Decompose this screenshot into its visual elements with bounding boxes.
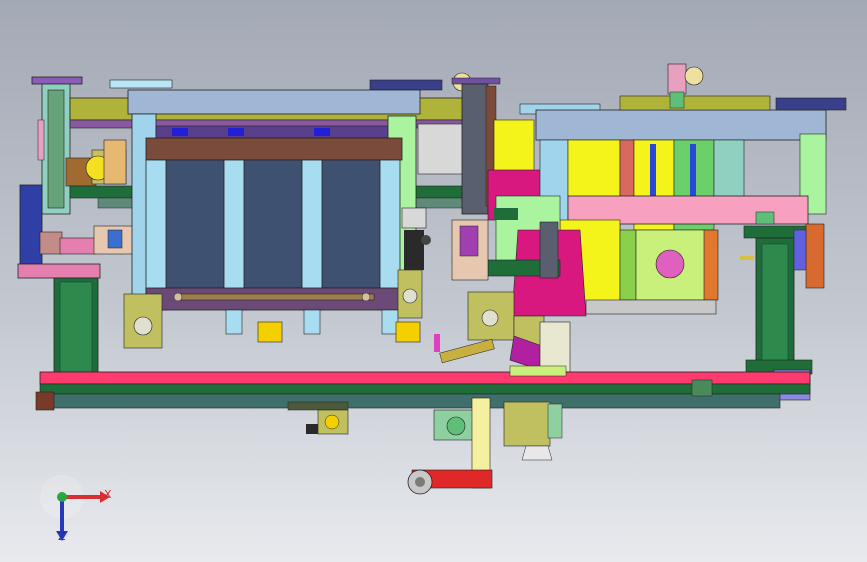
x-axis-label: X: [104, 488, 112, 501]
machine-assembly-model[interactable]: [0, 0, 867, 562]
bottom-conveyor-rail: [35, 371, 811, 411]
axis-triad: X Z: [40, 475, 120, 555]
y-axis-origin: [57, 492, 67, 502]
mold-block-assembly: [123, 113, 423, 349]
axis-triad-graphic: [40, 475, 110, 541]
cad-viewport[interactable]: X Z: [0, 0, 867, 562]
z-axis-label: Z: [58, 530, 66, 543]
